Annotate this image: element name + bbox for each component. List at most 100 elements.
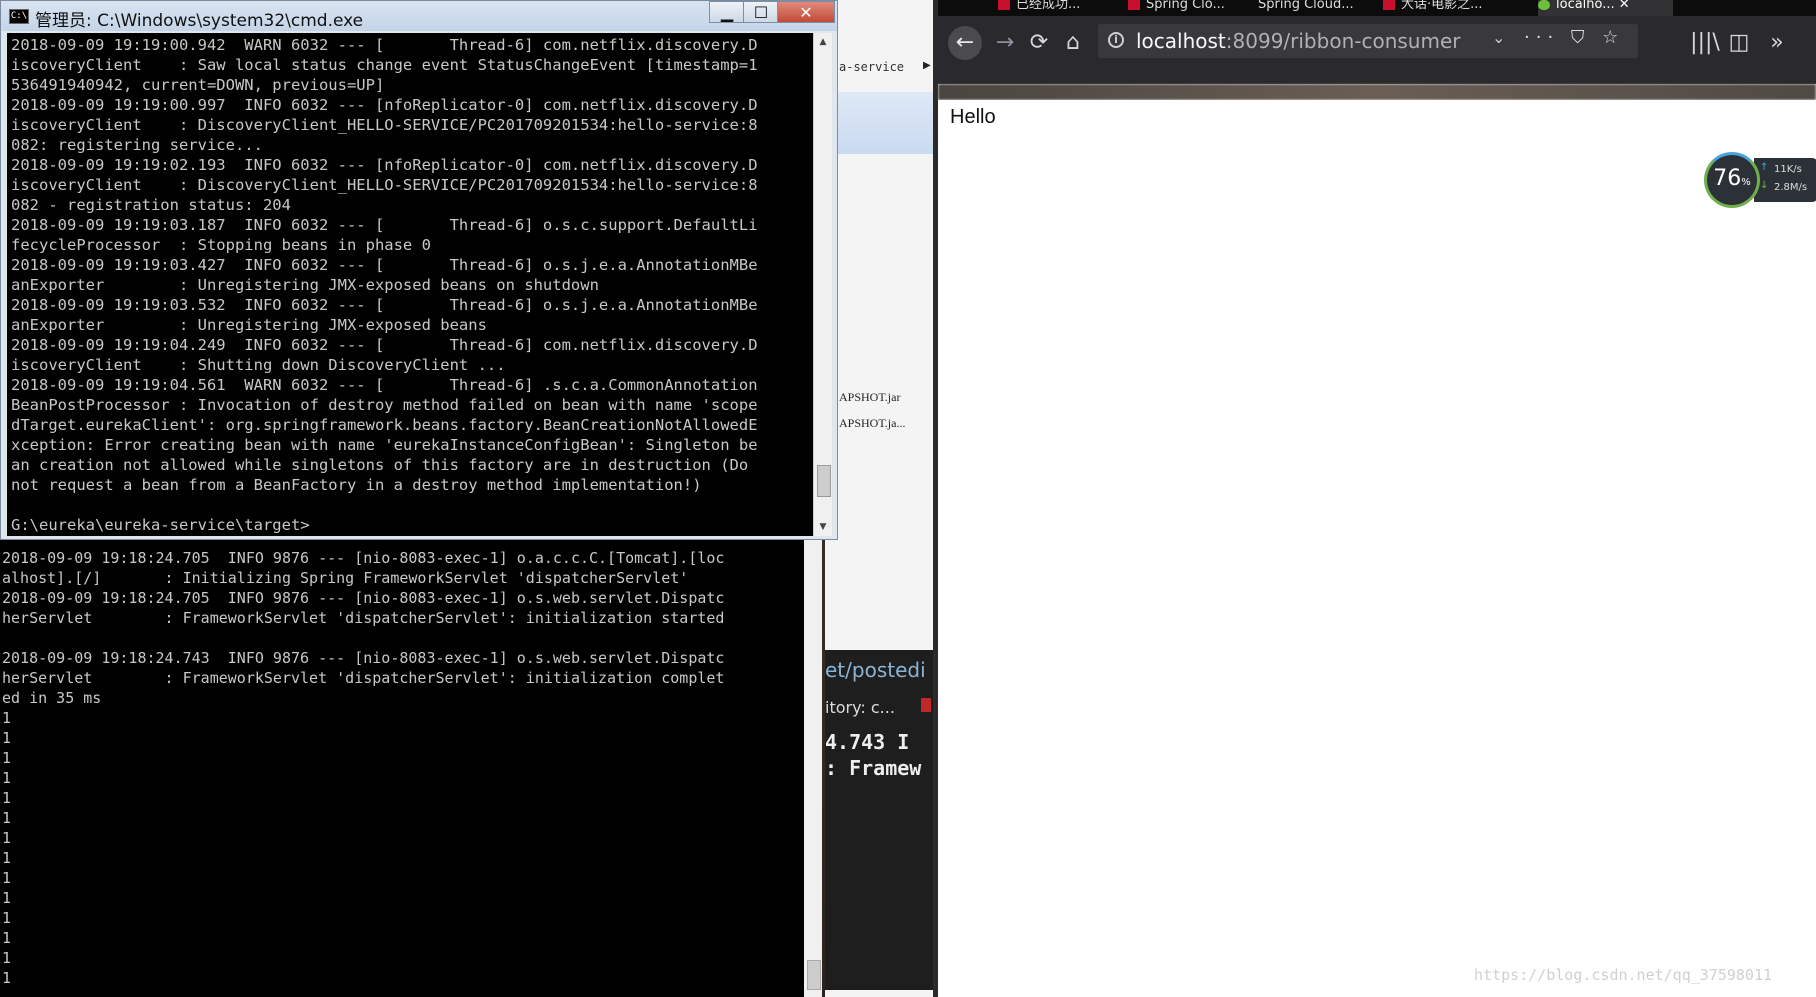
browser-window: 已经成功... Spring Clo... Spring Cloud... 大话… (933, 0, 1816, 997)
chevron-down-icon[interactable]: ⌄ (1492, 28, 1505, 47)
site-info-icon[interactable]: i (1108, 32, 1124, 48)
reload-icon[interactable]: ⟳ (1022, 26, 1056, 60)
console-line: iscoveryClient : DiscoveryClient_HELLO-S… (11, 116, 758, 134)
page-text: Hello (950, 106, 996, 128)
scrollbar-thumb[interactable] (807, 960, 821, 990)
tab-strip: 已经成功... Spring Clo... Spring Cloud... 大话… (938, 0, 1816, 16)
console-line: iscoveryClient : Shutting down Discovery… (11, 356, 506, 374)
console-line: herServlet : FrameworkServlet 'dispatche… (2, 609, 725, 627)
background-console-text: : Framew (825, 756, 922, 780)
cmd-icon: C:\ (9, 9, 29, 24)
nav-toolbar: ← → ⟳ ⌂ i localhost:8099/ribbon-consumer… (938, 16, 1816, 84)
console-line: ed in 35 ms (2, 689, 102, 707)
console-line: 1 (2, 929, 12, 947)
favicon-icon (1383, 0, 1395, 10)
console-line: fecycleProcessor : Stopping beans in pha… (11, 236, 431, 254)
tab-close-icon[interactable]: ✕ (1619, 0, 1630, 12)
tab-label: Spring Clo... (1146, 0, 1225, 12)
service-tab-label[interactable]: a-service (839, 60, 904, 74)
forward-icon[interactable]: → (988, 26, 1022, 60)
tab-scroll-arrow-icon[interactable]: ▶ (923, 60, 931, 71)
browser-tab-active[interactable]: localho... ✕ (1538, 0, 1673, 16)
browser-tab[interactable]: 已经成功... (998, 0, 1118, 16)
console-line: 1 (2, 829, 12, 847)
close-button[interactable]: ✕ (777, 1, 835, 23)
browser-tab[interactable]: 大话·电影之... (1383, 0, 1503, 16)
console-line: 2018-09-09 19:19:04.561 WARN 6032 --- [ … (11, 376, 758, 394)
tab-label: localho... (1556, 0, 1615, 12)
maximize-button[interactable]: ☐ (743, 1, 779, 23)
bookmarks-bar[interactable] (938, 84, 1816, 100)
selection-band (825, 92, 933, 154)
console-scrollbar[interactable] (804, 520, 822, 997)
console-line: anExporter : Unregistering JMX-exposed b… (11, 276, 599, 294)
close-icon[interactable] (921, 698, 931, 712)
url-bar[interactable]: i localhost:8099/ribbon-consumer ⌄ ··· ⛉… (1098, 24, 1638, 58)
net-rates-panel: ↑ 11K/s ↓ 2.8M/s (1754, 158, 1816, 202)
favicon-icon (998, 0, 1010, 10)
url-text[interactable]: localhost:8099/ribbon-consumer (1136, 29, 1460, 53)
file-item-jar[interactable]: APSHOT.jar (839, 390, 900, 405)
console-line: 2018-09-09 19:19:03.187 INFO 6032 --- [ … (11, 216, 758, 234)
console-line: 1 (2, 969, 12, 987)
console-line: 2018-09-09 19:18:24.743 INFO 9876 --- [n… (2, 649, 725, 667)
tab-label: 大话·电影之... (1401, 0, 1483, 12)
cmd-console-area[interactable]: 2018-09-09 19:19:00.942 WARN 6032 --- [ … (7, 33, 817, 536)
window-title: 管理员: C:\Windows\system32\cmd.exe (35, 11, 364, 31)
favicon-icon (1538, 0, 1550, 10)
background-link-text: et/postedi (825, 658, 926, 682)
cmd-window: C:\ 管理员: C:\Windows\system32\cmd.exe ▁ ☐… (0, 0, 838, 540)
tab-label: Spring Cloud... (1258, 0, 1354, 12)
console-line: 1 (2, 849, 12, 867)
console-line: dTarget.eurekaClient': org.springframewo… (11, 416, 758, 434)
download-rate: 2.8M/s (1774, 182, 1808, 193)
home-icon[interactable]: ⌂ (1056, 26, 1090, 60)
console-line: 1 (2, 949, 12, 967)
console-line: 536491940942, current=DOWN, previous=UP] (11, 76, 385, 94)
console-line: not request a bean from a BeanFactory in… (11, 476, 702, 494)
scrollbar-thumb[interactable] (817, 465, 831, 497)
background-window-strip: a-service ▶ APSHOT.jar APSHOT.ja... et/p… (825, 0, 933, 997)
console-line: herServlet : FrameworkServlet 'dispatche… (2, 669, 725, 687)
console-line: 1 (2, 909, 12, 927)
console-line: 2018-09-09 19:19:04.249 INFO 6032 --- [ … (11, 336, 758, 354)
minimize-button[interactable]: ▁ (709, 1, 745, 23)
console-line: 1 (2, 809, 12, 827)
console-line: G:\eureka\eureka-service\target> (11, 516, 310, 534)
page-content: Hello ↑ 11K/s ↓ 2.8M/s 76% (938, 100, 1816, 997)
background-repo-text: itory: c... (825, 698, 895, 717)
tab-label: 已经成功... (1016, 0, 1081, 12)
upload-rate: 11K/s (1774, 164, 1802, 175)
overflow-menu-icon[interactable]: » (1760, 26, 1794, 60)
page-actions-icon[interactable]: ··· ⛉ ☆ (1524, 27, 1624, 48)
sidebar-icon[interactable]: ◫ (1722, 26, 1756, 60)
browser-tab[interactable]: Spring Cloud... (1258, 0, 1373, 16)
scroll-down-icon[interactable]: ▼ (814, 518, 832, 536)
library-icon[interactable]: |||\ (1688, 26, 1722, 60)
download-arrow-icon: ↓ (1760, 180, 1769, 191)
scroll-up-icon[interactable]: ▲ (814, 33, 832, 51)
console-line: iscoveryClient : DiscoveryClient_HELLO-S… (11, 176, 758, 194)
console-line: 2018-09-09 19:19:00.997 INFO 6032 --- [n… (11, 96, 758, 114)
console-line: 2018-09-09 19:19:00.942 WARN 6032 --- [ … (11, 36, 758, 54)
browser-tab[interactable]: Spring Clo... (1128, 0, 1248, 16)
window-titlebar[interactable]: C:\ 管理员: C:\Windows\system32\cmd.exe ▁ ☐… (1, 1, 837, 31)
console-line: an creation not allowed while singletons… (11, 456, 749, 474)
favicon-icon (1128, 0, 1140, 10)
url-path: :8099/ribbon-consumer (1225, 29, 1461, 53)
url-host: localhost (1136, 29, 1226, 53)
console-line: 1 (2, 789, 12, 807)
background-console-text: 4.743 I (825, 730, 910, 754)
back-icon[interactable]: ← (948, 26, 982, 60)
console-line: 1 (2, 749, 12, 767)
percent-value: 76 (1713, 166, 1742, 191)
network-speed-widget[interactable]: ↑ 11K/s ↓ 2.8M/s 76% (1704, 152, 1816, 210)
console-line: BeanPostProcessor : Invocation of destro… (11, 396, 758, 414)
cmd-scrollbar[interactable]: ▲ ▼ (813, 33, 832, 536)
console-output: 2018-09-09 19:18:24.705 INFO 9876 --- [n… (2, 548, 800, 988)
file-item-jar-original[interactable]: APSHOT.ja... (839, 416, 905, 431)
console-line: 2018-09-09 19:18:24.705 INFO 9876 --- [n… (2, 589, 725, 607)
upload-arrow-icon: ↑ (1760, 162, 1769, 173)
